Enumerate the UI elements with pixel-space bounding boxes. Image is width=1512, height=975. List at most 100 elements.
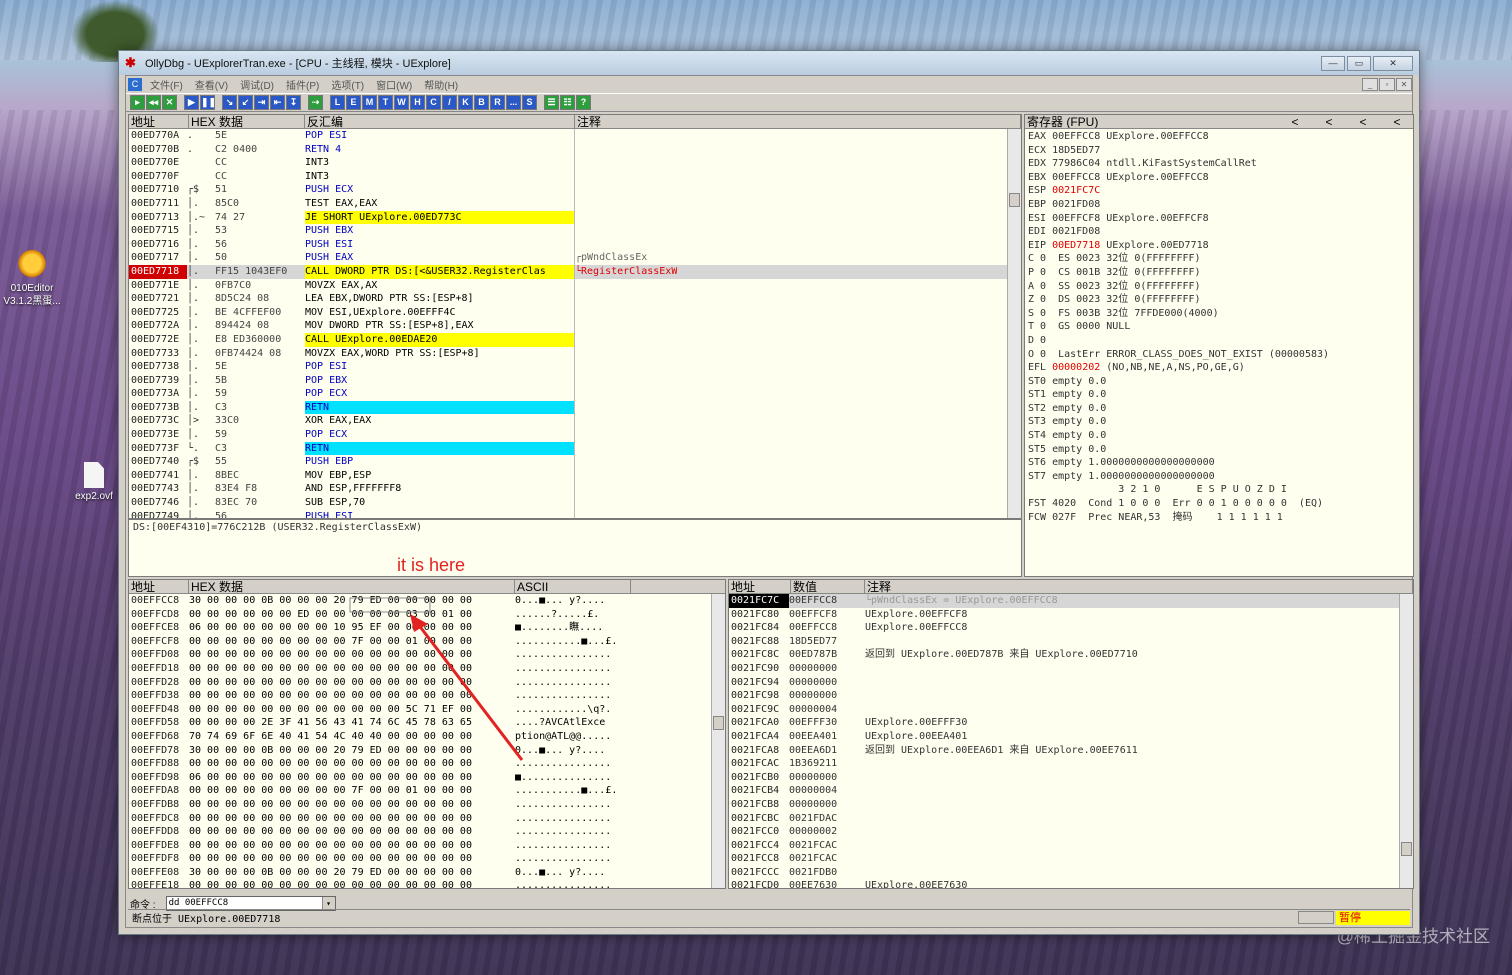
register-line[interactable]: ESI 00EFFCF8 UExplore.00EFFCF8 — [1028, 212, 1413, 226]
register-line[interactable]: EAX 00EFFCC8 UExplore.00EFFCC8 — [1028, 130, 1413, 144]
disasm-row[interactable]: 00ED7746 │. 83EC 70 SUB ESP,70 — [129, 496, 1021, 510]
registers-pane[interactable]: 寄存器 (FPU) < < < < EAX 00EFFCC8 UExplore.… — [1024, 114, 1414, 577]
cpu-button[interactable]: C — [426, 95, 441, 110]
dump-row[interactable]: 00EFFDD8 00 00 00 00 00 00 00 00 00 00 00… — [129, 825, 725, 839]
dump-row[interactable]: 00EFFDE8 00 00 00 00 00 00 00 00 00 00 00… — [129, 839, 725, 853]
stack-row[interactable]: 0021FCB0 00000000 — [729, 771, 1413, 785]
menu-window[interactable]: 窗口(W) — [376, 77, 412, 92]
col-ascii[interactable]: ASCII — [515, 580, 631, 593]
windows-button[interactable]: W — [394, 95, 409, 110]
stack-row[interactable]: 0021FCA4 00EEA401 UExplore.00EEA401 — [729, 730, 1413, 744]
col-hex[interactable]: HEX 数据 — [189, 115, 305, 128]
register-line[interactable]: O 0 LastErr ERROR_CLASS_DOES_NOT_EXIST (… — [1028, 348, 1413, 362]
step-over-button[interactable]: ↙ — [238, 95, 253, 110]
desktop-icon-010editor[interactable]: 010Editor V3.1.2黑蛋... — [0, 250, 64, 308]
disasm-row[interactable]: 00ED773E │. 59 POP ECX — [129, 428, 1021, 442]
disasm-row[interactable]: 00ED773C │> 33C0 XOR EAX,EAX — [129, 414, 1021, 428]
disasm-row[interactable]: 00ED7710 ┌$ 51 PUSH ECX — [129, 183, 1021, 197]
register-line[interactable]: EFL 00000202 (NO,NB,NE,A,NS,PO,GE,G) — [1028, 361, 1413, 375]
register-line[interactable]: ST5 empty 0.0 — [1028, 443, 1413, 457]
register-line[interactable]: A 0 SS 0023 32位 0(FFFFFFFF) — [1028, 280, 1413, 294]
register-line[interactable]: EBX 00EFFCC8 UExplore.00EFFCC8 — [1028, 171, 1413, 185]
registers-header[interactable]: 寄存器 (FPU) — [1025, 115, 1277, 128]
stack-row[interactable]: 0021FC9C 00000004 — [729, 703, 1413, 717]
breakpoints-button[interactable]: B — [474, 95, 489, 110]
disasm-row[interactable]: 00ED7725 │. BE 4CFFEF00 MOV ESI,UExplore.00… — [129, 306, 1021, 320]
stack-row[interactable]: 0021FCB8 00000000 — [729, 798, 1413, 812]
execute-till-return-button[interactable]: ↧ — [286, 95, 301, 110]
disasm-row[interactable]: 00ED770F CC INT3 — [129, 170, 1021, 184]
executables-button[interactable]: E — [346, 95, 361, 110]
menu-plugins[interactable]: 插件(P) — [286, 77, 319, 92]
dump-pane[interactable]: 地址 HEX 数据 ASCII 00EFFCC8 30 00 00 00 0B 0… — [128, 579, 726, 889]
stop-button[interactable]: ✕ — [162, 95, 177, 110]
disasm-row[interactable]: 00ED7743 │. 83E4 F8 AND ESP,FFFFFFF8 — [129, 482, 1021, 496]
disasm-row[interactable]: 00ED7715 │. 53 PUSH EBX — [129, 224, 1021, 238]
disasm-row[interactable]: 00ED7749 │. 56 PUSH ESI — [129, 510, 1021, 518]
disasm-row[interactable]: 00ED7711 │. 85C0 TEST EAX,EAX — [129, 197, 1021, 211]
menu-view[interactable]: 查看(V) — [195, 77, 228, 92]
dump-row[interactable]: 00EFFCF8 00 00 00 00 00 00 00 00 00 7F 00… — [129, 635, 725, 649]
stack-row[interactable]: 0021FCAC 1B369211 — [729, 757, 1413, 771]
nav-prev-4[interactable]: < — [1379, 115, 1413, 128]
stack-row[interactable]: 0021FCA0 00EFFF30 UExplore.00EFFF30 — [729, 716, 1413, 730]
desktop-icon-exp2[interactable]: exp2.ovf — [62, 462, 126, 503]
trace-into-button[interactable]: ⇥ — [254, 95, 269, 110]
register-line[interactable]: FCW 027F Prec NEAR,53 掩码 1 1 1 1 1 1 — [1028, 511, 1413, 525]
disasm-row[interactable]: 00ED7716 │. 56 PUSH ESI — [129, 238, 1021, 252]
stack-scrollbar[interactable] — [1399, 594, 1413, 888]
register-line[interactable]: T 0 GS 0000 NULL — [1028, 320, 1413, 334]
register-line[interactable]: ESP 0021FC7C — [1028, 184, 1413, 198]
stack-row[interactable]: 0021FCD0 00EE7630 UExplore.00EE7630 — [729, 879, 1413, 888]
menu-file[interactable]: 文件(F) — [150, 77, 183, 92]
disasm-row[interactable]: 00ED773A │. 59 POP ECX — [129, 387, 1021, 401]
dump-row[interactable]: 00EFFD88 00 00 00 00 00 00 00 00 00 00 00… — [129, 757, 725, 771]
stack-row[interactable]: 0021FC94 00000000 — [729, 676, 1413, 690]
register-line[interactable]: EDX 77986C04 ntdll.KiFastSystemCallRet — [1028, 157, 1413, 171]
dropdown-arrow-icon[interactable]: ▾ — [321, 896, 335, 910]
disasm-row[interactable]: 00ED770A. 5E POP ESI — [129, 129, 1021, 143]
mdi-minimize-button[interactable]: _ — [1362, 78, 1378, 91]
register-line[interactable]: EDI 0021FD08 — [1028, 225, 1413, 239]
register-line[interactable]: ST4 empty 0.0 — [1028, 429, 1413, 443]
disasm-row[interactable]: 00ED7713 │.~ 74 27 JE SHORT UExplore.00ED77… — [129, 210, 1021, 225]
source-button[interactable]: S — [522, 95, 537, 110]
col-disasm[interactable]: 反汇编 — [305, 115, 575, 128]
open-button[interactable]: ▸ — [130, 95, 145, 110]
dump-row[interactable]: 00EFFCD8 00 00 00 00 00 00 ED 00 00 00 00… — [129, 608, 725, 622]
step-into-button[interactable]: ↘ — [222, 95, 237, 110]
stack-row[interactable]: 0021FC98 00000000 — [729, 689, 1413, 703]
register-line[interactable]: ST2 empty 0.0 — [1028, 402, 1413, 416]
dump-row[interactable]: 00EFFD98 06 00 00 00 00 00 00 00 00 00 00… — [129, 771, 725, 785]
maximize-button[interactable]: ▭ — [1347, 55, 1371, 71]
stack-row[interactable]: 0021FC90 00000000 — [729, 662, 1413, 676]
col-value[interactable]: 数值 — [791, 580, 865, 593]
dump-row[interactable]: 00EFFDF8 00 00 00 00 00 00 00 00 00 00 00… — [129, 852, 725, 866]
col-address[interactable]: 地址 — [129, 580, 189, 593]
mdi-close-button[interactable]: ✕ — [1396, 78, 1412, 91]
dump-row[interactable]: 00EFFDB8 00 00 00 00 00 00 00 00 00 00 00… — [129, 798, 725, 812]
col-address[interactable]: 地址 — [129, 115, 189, 128]
register-line[interactable]: EBP 0021FD08 — [1028, 198, 1413, 212]
register-line[interactable]: FST 4020 Cond 1 0 0 0 Err 0 0 1 0 0 0 0 … — [1028, 497, 1413, 511]
register-line[interactable]: ST0 empty 0.0 — [1028, 375, 1413, 389]
stack-row[interactable]: 0021FCA8 00EEA6D1 返回到 UExplore.00EEA6D1 来自… — [729, 744, 1413, 758]
stack-row[interactable]: 0021FC84 00EFFCC8 UExplore.00EFFCC8 — [729, 621, 1413, 635]
disasm-row[interactable]: 00ED7733 │. 0FB74424 08 MOVZX EAX,WORD PTR … — [129, 347, 1021, 361]
register-line[interactable]: 3 2 1 0 E S P U O Z D I — [1028, 483, 1413, 497]
restart-button[interactable]: ◂◂ — [146, 95, 161, 110]
title-bar[interactable]: ✱ OllyDbg - UExplorerTran.exe - [CPU - 主… — [119, 51, 1419, 75]
stack-row[interactable]: 0021FCC0 00000002 — [729, 825, 1413, 839]
nav-prev-1[interactable]: < — [1277, 115, 1311, 128]
disasm-row[interactable]: 00ED7721 │. 8D5C24 08 LEA EBX,DWORD PTR SS:… — [129, 292, 1021, 306]
disasm-row[interactable]: 00ED7738 │. 5E POP ESI — [129, 360, 1021, 374]
register-line[interactable]: ST3 empty 0.0 — [1028, 415, 1413, 429]
register-line[interactable]: D 0 — [1028, 334, 1413, 348]
stack-row[interactable]: 0021FCC8 0021FCAC — [729, 852, 1413, 866]
register-line[interactable]: P 0 CS 001B 32位 0(FFFFFFFF) — [1028, 266, 1413, 280]
col-address[interactable]: 地址 — [729, 580, 791, 593]
disasm-row[interactable]: 00ED771E │. 0FB7C0 MOVZX EAX,AX — [129, 279, 1021, 293]
register-line[interactable]: Z 0 DS 0023 32位 0(FFFFFFFF) — [1028, 293, 1413, 307]
dump-scrollbar[interactable] — [711, 594, 725, 888]
memory-map-button[interactable]: M — [362, 95, 377, 110]
